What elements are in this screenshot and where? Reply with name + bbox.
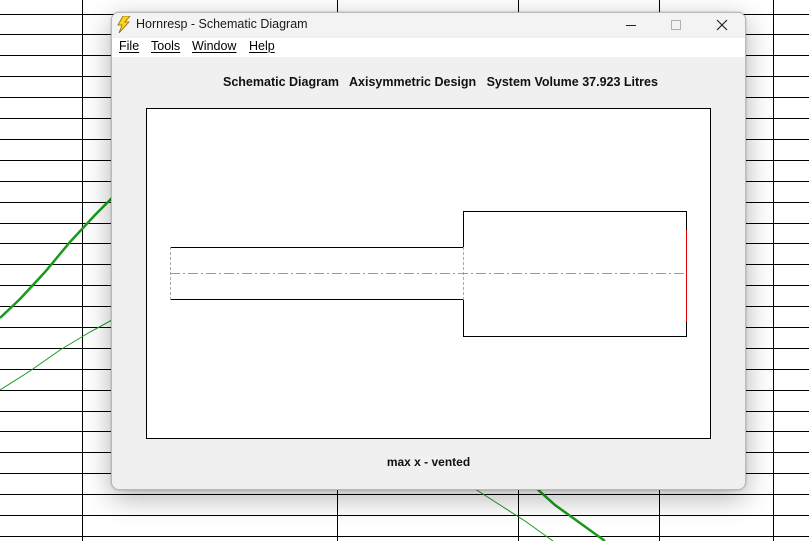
schematic-window: Hornresp - Schematic Diagram File Tools …	[111, 12, 746, 490]
menu-bar: File Tools Window Help	[112, 38, 745, 57]
diagram-title: Schematic Diagram	[223, 75, 340, 89]
maximize-button[interactable]	[654, 13, 699, 37]
plot-curve-thin	[0, 319, 113, 391]
menu-window[interactable]: Window	[192, 39, 236, 53]
minimize-button[interactable]	[609, 13, 654, 37]
minimize-icon	[626, 25, 636, 26]
schematic-canvas	[146, 108, 711, 439]
lightning-bolt-icon	[117, 16, 131, 33]
title-bar[interactable]: Hornresp - Schematic Diagram	[112, 13, 745, 37]
diagram-header: Schematic Diagram Axisymmetric Design Sy…	[223, 75, 658, 89]
plot-curve-thick-lower	[534, 486, 606, 541]
design-type: Axisymmetric Design	[349, 75, 477, 89]
plot-curve-thin-lower	[471, 486, 554, 541]
close-button[interactable]	[700, 13, 745, 37]
close-icon	[716, 19, 728, 31]
diagram-caption: max x - vented	[386, 455, 471, 469]
plot-curve-thick	[0, 197, 113, 319]
system-volume: System Volume 37.923 Litres	[486, 75, 658, 89]
maximize-icon	[671, 20, 681, 30]
menu-help[interactable]: Help	[249, 39, 275, 53]
window-title: Hornresp - Schematic Diagram	[136, 17, 308, 31]
menu-tools[interactable]: Tools	[151, 39, 180, 53]
menu-file[interactable]: File	[119, 39, 139, 53]
